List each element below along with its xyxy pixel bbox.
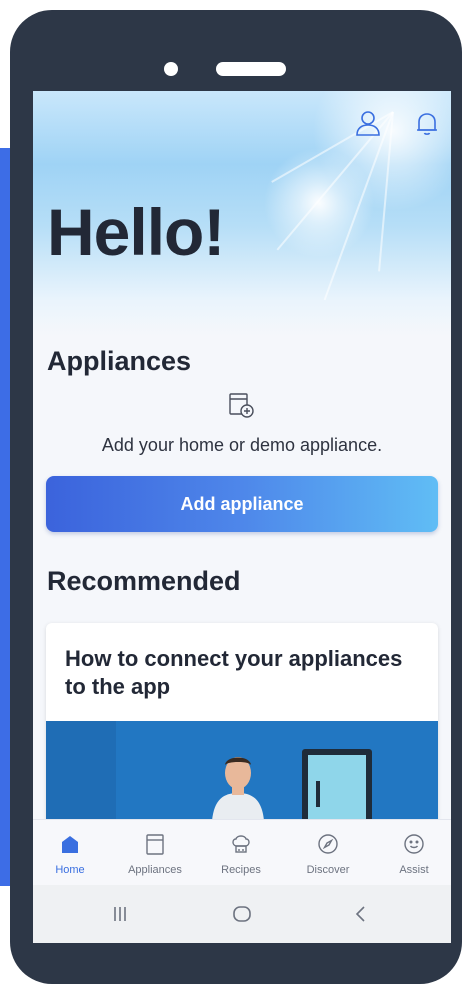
appliance-icon (146, 834, 164, 855)
tab-appliances[interactable]: Appliances (113, 820, 197, 886)
earpiece-speaker (216, 62, 286, 76)
compass-icon (318, 834, 338, 854)
recent-apps-icon[interactable] (108, 902, 132, 926)
home-circle-icon[interactable] (230, 902, 254, 926)
tab-label: Appliances (128, 864, 182, 876)
greeting-heading: Hello! (47, 195, 225, 269)
add-appliance-icon (229, 393, 254, 418)
smiley-icon (404, 834, 424, 854)
profile-button[interactable] (354, 109, 382, 137)
tab-home[interactable]: Home (33, 820, 112, 886)
recommended-section-title: Recommended (47, 566, 241, 596)
tab-label: Discover (306, 864, 350, 876)
user-icon (356, 111, 380, 136)
front-camera (164, 62, 178, 76)
tab-discover[interactable]: Discover (286, 820, 370, 886)
tab-recipes[interactable]: Recipes (199, 820, 283, 886)
android-navigation-bar (33, 885, 451, 943)
appliances-empty-message: Add your home or demo appliance. (101, 435, 383, 455)
tab-label: Recipes (221, 864, 261, 876)
tab-label: Home (55, 864, 85, 876)
back-icon[interactable] (349, 902, 373, 926)
app-screen: Hello! Appliances Add your home or demo … (33, 91, 451, 943)
bell-icon (417, 113, 437, 135)
appliances-section-title: Appliances (47, 346, 192, 376)
add-appliance-button[interactable]: Add appliance (46, 476, 438, 532)
tab-label: Assist (399, 864, 429, 876)
chef-hat-icon (232, 835, 250, 853)
notifications-button[interactable] (413, 109, 441, 137)
home-icon (62, 836, 78, 853)
tab-assist[interactable]: Assist (372, 820, 451, 886)
bottom-tab-bar: Home Appliances Recipes Discover Assist (33, 819, 451, 886)
card-title: How to connect your appliances to the ap… (65, 646, 403, 699)
